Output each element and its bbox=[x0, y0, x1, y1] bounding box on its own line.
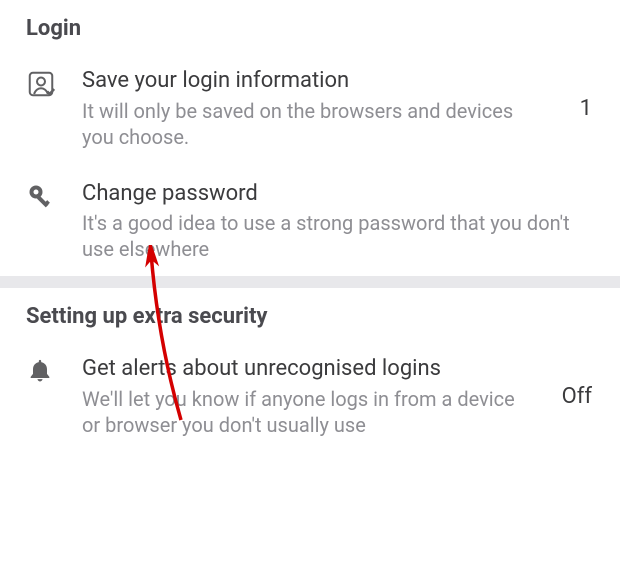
section-divider bbox=[0, 276, 620, 288]
person-badge-icon bbox=[26, 67, 82, 103]
save-login-title: Save your login information bbox=[82, 67, 534, 95]
alerts-value: Off bbox=[544, 384, 594, 409]
extra-security-section-header: Setting up extra security bbox=[0, 288, 620, 339]
key-icon bbox=[26, 180, 82, 216]
change-password-desc: It's a good idea to use a strong passwor… bbox=[82, 210, 584, 262]
change-password-title: Change password bbox=[82, 180, 584, 208]
save-login-text: Save your login information It will only… bbox=[82, 67, 544, 150]
login-section-header: Login bbox=[0, 0, 620, 51]
bell-icon bbox=[26, 355, 82, 389]
change-password-text: Change password It's a good idea to use … bbox=[82, 180, 594, 263]
save-login-value: 1 bbox=[544, 96, 594, 121]
change-password-item[interactable]: Change password It's a good idea to use … bbox=[0, 164, 620, 277]
save-login-desc: It will only be saved on the browsers an… bbox=[82, 98, 534, 150]
alerts-desc: We'll let you know if anyone logs in fro… bbox=[82, 386, 534, 438]
alerts-text: Get alerts about unrecognised logins We'… bbox=[82, 355, 544, 438]
alerts-title: Get alerts about unrecognised logins bbox=[82, 355, 534, 383]
save-login-info-item[interactable]: Save your login information It will only… bbox=[0, 51, 620, 164]
unrecognised-logins-item[interactable]: Get alerts about unrecognised logins We'… bbox=[0, 339, 620, 452]
